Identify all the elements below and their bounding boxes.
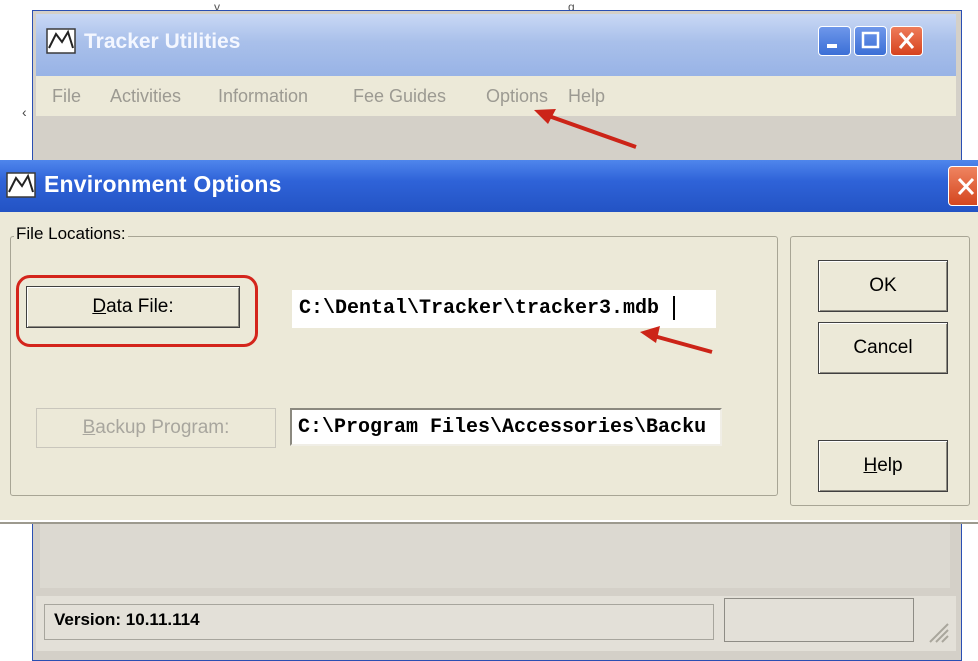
annotation-arrow xyxy=(640,326,713,354)
